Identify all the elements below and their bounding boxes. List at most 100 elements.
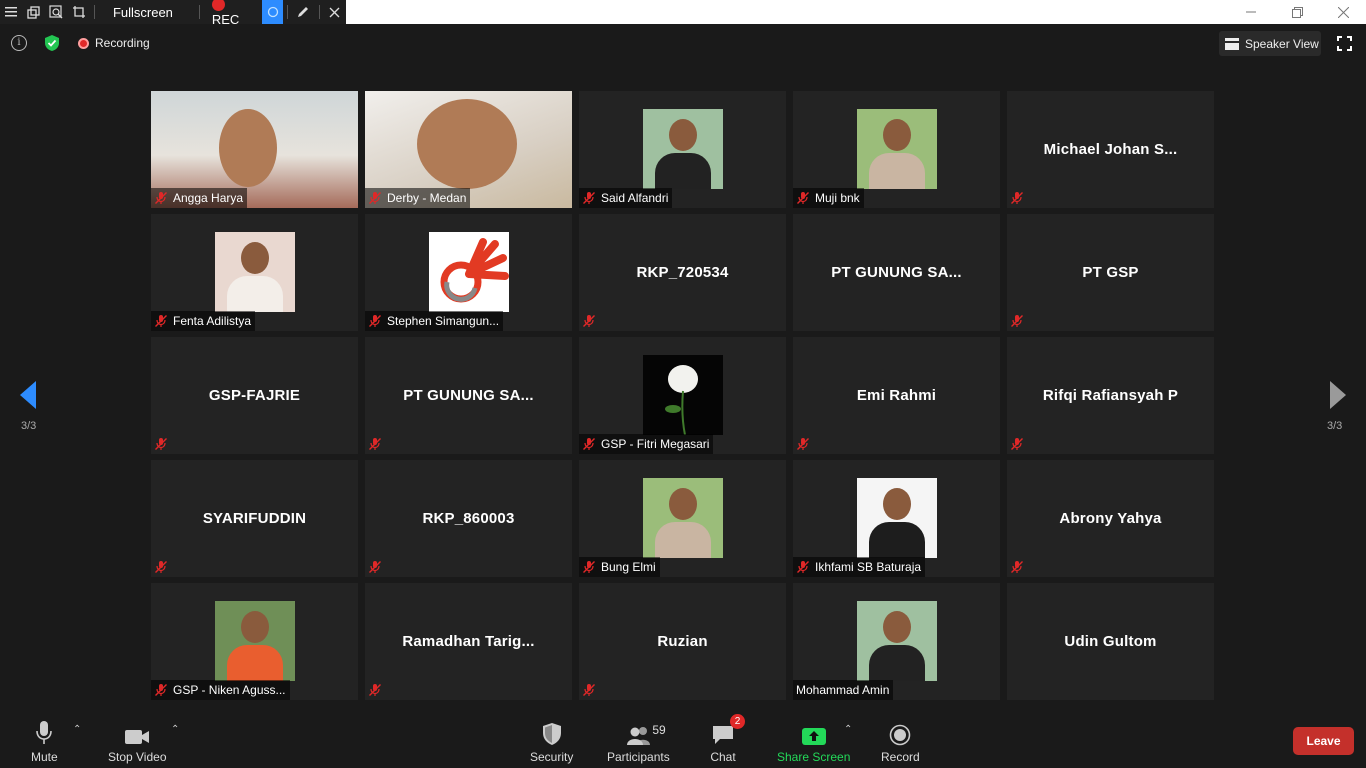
minimize-icon[interactable] (1228, 0, 1274, 24)
muted-mic-icon (582, 314, 596, 328)
participant-tile[interactable]: Ruzian (579, 583, 786, 700)
participant-tile[interactable]: Emi Rahmi (793, 337, 1000, 454)
muted-mic-icon (154, 560, 168, 574)
participant-tile[interactable]: Udin Gultom (1007, 583, 1214, 700)
participant-tile[interactable]: Said Alfandri (579, 91, 786, 208)
participants-count: 59 (652, 723, 666, 737)
participant-tile[interactable]: Michael Johan S... (1007, 91, 1214, 208)
zoom-region-icon[interactable] (45, 0, 68, 24)
close-window-icon[interactable] (1320, 0, 1366, 24)
record-label: Record (881, 750, 920, 764)
close-toolbar-icon[interactable] (323, 0, 346, 24)
chat-button[interactable]: 2 Chat (710, 714, 745, 764)
participant-tile[interactable]: SYARIFUDDIN (151, 460, 358, 577)
muted-mic-icon (796, 437, 810, 451)
meeting-info-icon[interactable]: i (11, 35, 27, 51)
muted-mic-icon (368, 314, 382, 328)
windows-icon[interactable] (23, 0, 46, 24)
menu-icon[interactable] (0, 0, 23, 24)
participant-tile[interactable]: PT GUNUNG SA... (365, 337, 572, 454)
participant-tile[interactable]: Rifqi Rafiansyah P (1007, 337, 1214, 454)
restore-icon[interactable] (1274, 0, 1320, 24)
participant-name: Michael Johan S... (1043, 141, 1178, 158)
participant-name-label: Stephen Simangun... (365, 311, 504, 331)
divider (318, 5, 320, 19)
participant-tile[interactable]: Derby - Medan (365, 91, 572, 208)
participant-tile[interactable]: Muji bnk (793, 91, 1000, 208)
participant-tile[interactable]: RKP_720534 (579, 214, 786, 331)
participant-tile[interactable]: RKP_860003 (365, 460, 572, 577)
participant-tile[interactable]: Stephen Simangun... (365, 214, 572, 331)
rec-label: REC (211, 12, 240, 27)
participants-icon: 59 (607, 716, 669, 746)
fullscreen-label[interactable]: Fullscreen (99, 5, 195, 20)
annotation-mode-icon[interactable] (262, 0, 284, 24)
participant-tile[interactable]: Bung Elmi (579, 460, 786, 577)
share-screen-icon (801, 716, 826, 746)
video-options-caret-icon[interactable]: ⌃ (171, 724, 179, 735)
participant-tile[interactable]: GSP - Niken Aguss... (151, 583, 358, 700)
divider (287, 5, 289, 19)
security-label: Security (530, 750, 574, 764)
participant-tile[interactable]: PT GSP (1007, 214, 1214, 331)
participant-tile[interactable]: Abrony Yahya (1007, 460, 1214, 577)
record-icon (889, 716, 911, 746)
encryption-shield-icon[interactable] (43, 34, 61, 52)
record-button[interactable]: Record (881, 716, 920, 764)
security-button[interactable]: Security (530, 716, 573, 764)
profile-photo (643, 478, 723, 558)
muted-mic-icon (368, 560, 382, 574)
stop-video-button[interactable]: Stop Video (108, 716, 167, 764)
participant-name-label: Angga Harya (151, 188, 248, 208)
leave-button[interactable]: Leave (1293, 727, 1354, 755)
participant-name: Said Alfandri (601, 191, 669, 205)
participant-name-label: Ikhfami SB Baturaja (793, 557, 926, 577)
muted-mic-icon (154, 191, 168, 205)
profile-photo (857, 478, 937, 558)
pen-icon[interactable] (292, 0, 315, 24)
share-options-caret-icon[interactable]: ⌃ (844, 724, 852, 735)
muted-mic-icon (1010, 437, 1024, 451)
participant-tile[interactable]: GSP-FAJRIE (151, 337, 358, 454)
muted-mic-icon (1010, 314, 1024, 328)
participants-label: Participants (607, 750, 670, 764)
next-page-arrow-icon[interactable] (1329, 380, 1347, 410)
participants-button[interactable]: 59 Participants (607, 716, 670, 764)
participant-name: Udin Gultom (1064, 633, 1157, 650)
participant-tile[interactable]: Ramadhan Tarig... (365, 583, 572, 700)
zoom-meeting-window: Fullscreen REC i Recording Speaker View … (0, 0, 1366, 768)
muted-mic-icon (368, 437, 382, 451)
muted-mic-icon (582, 560, 596, 574)
profile-photo (857, 109, 937, 189)
participant-tile[interactable]: Mohammad Amin (793, 583, 1000, 700)
participant-name: Fenta Adilistya (173, 314, 252, 328)
muted-mic-icon (368, 191, 382, 205)
audio-options-caret-icon[interactable]: ⌃ (73, 724, 81, 735)
participant-name-label: GSP - Fitri Megasari (579, 434, 714, 454)
participant-tile[interactable]: Ikhfami SB Baturaja (793, 460, 1000, 577)
crop-icon[interactable] (68, 0, 91, 24)
speaker-view-button[interactable]: Speaker View (1219, 31, 1321, 56)
participant-name: Angga Harya (173, 191, 244, 205)
profile-photo (643, 355, 723, 436)
recording-indicator[interactable]: Recording (78, 36, 150, 50)
stop-video-label: Stop Video (108, 750, 167, 764)
title-bar: Fullscreen REC (0, 0, 1366, 27)
participant-name: Rifqi Rafiansyah P (1042, 387, 1179, 404)
floating-toolbar: Fullscreen REC (0, 0, 346, 27)
window-controls (1228, 0, 1366, 24)
participant-tile[interactable]: GSP - Fitri Megasari (579, 337, 786, 454)
participant-name: PT GUNUNG SA... (831, 264, 962, 281)
mute-button[interactable]: Mute (31, 716, 58, 764)
muted-mic-icon (154, 437, 168, 451)
muted-mic-icon (582, 191, 596, 205)
participant-tile[interactable]: PT GUNUNG SA... (793, 214, 1000, 331)
rec-button[interactable]: REC (204, 0, 263, 27)
previous-page-arrow-icon[interactable] (19, 380, 37, 410)
fullscreen-icon[interactable] (1337, 36, 1352, 51)
page-indicator-right: 3/3 (1327, 420, 1343, 432)
participant-tile[interactable]: Fenta Adilistya (151, 214, 358, 331)
share-screen-button[interactable]: Share Screen (777, 716, 850, 764)
muted-mic-icon (1010, 560, 1024, 574)
participant-tile[interactable]: Angga Harya (151, 91, 358, 208)
